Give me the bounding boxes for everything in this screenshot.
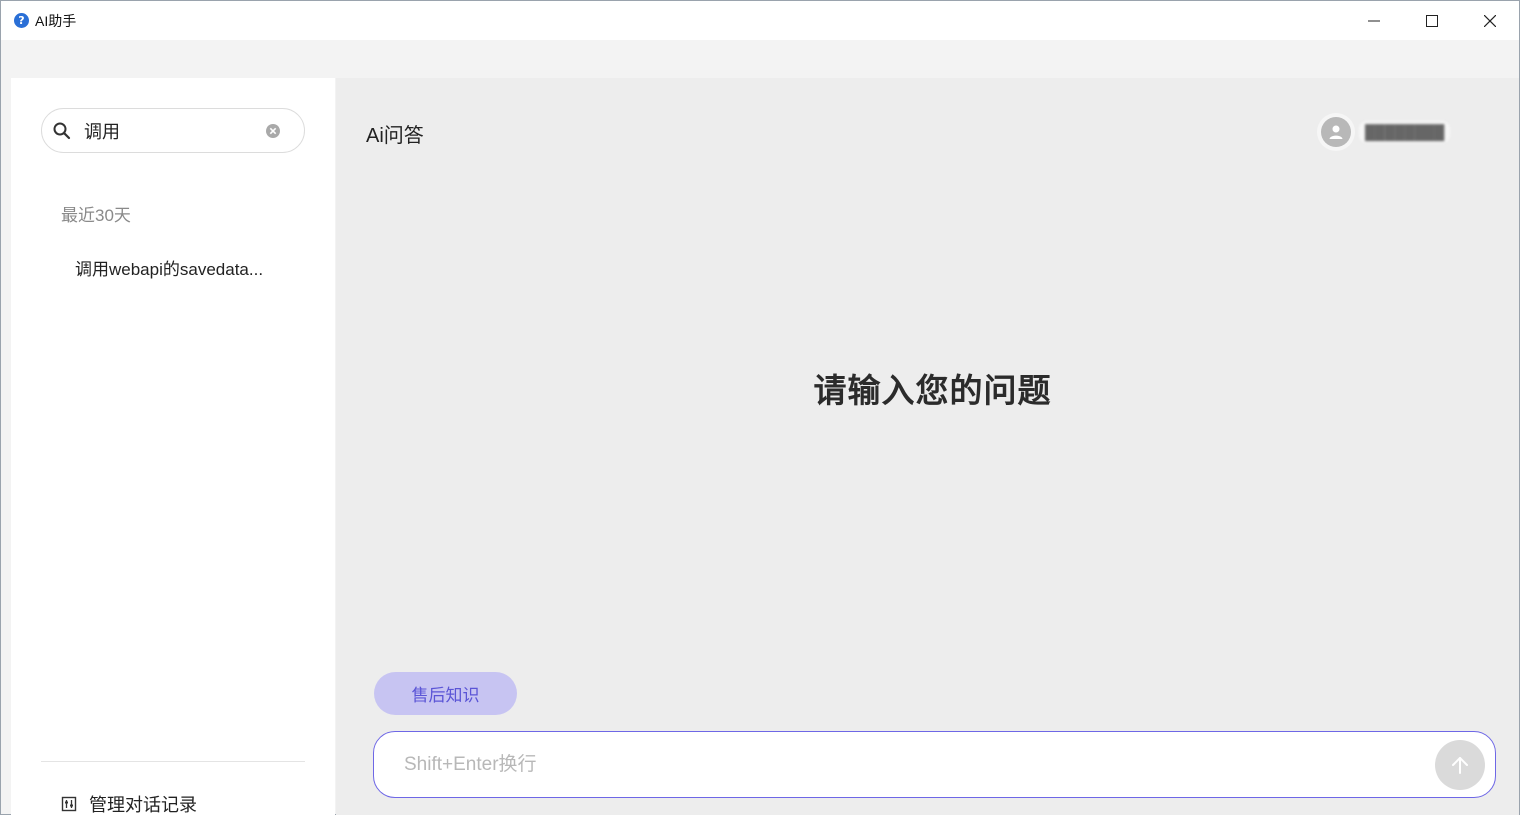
manage-records-label: 管理对话记录 [89, 795, 197, 815]
app-help-icon: ? [14, 13, 29, 28]
sidebar-divider [41, 761, 305, 762]
send-button[interactable] [1435, 740, 1485, 790]
arrow-up-icon [1452, 757, 1468, 774]
minimize-button[interactable] [1345, 1, 1403, 40]
window-controls [1345, 1, 1519, 40]
window-title: AI助手 [35, 12, 77, 29]
search-icon [53, 122, 71, 140]
empty-state-headline: 请输入您的问题 [813, 372, 1052, 409]
history-item[interactable]: 调用webapi的savedata... [75, 255, 305, 280]
message-input[interactable] [404, 750, 1404, 780]
app-window: ? AI助手 调用 最近30天 调用webapi的savedata... 管理对… [0, 0, 1520, 815]
user-name-redacted: ████████ [1359, 121, 1451, 143]
manage-records-icon [61, 796, 77, 812]
toolbar-strip [1, 40, 1519, 78]
close-icon [1484, 14, 1496, 27]
manage-records-button[interactable]: 管理对话记录 [61, 791, 197, 815]
page-title: Ai问答 [366, 125, 424, 147]
clear-circle-icon[interactable] [265, 123, 281, 139]
maximize-icon [1426, 14, 1438, 27]
message-input-box[interactable] [373, 731, 1496, 798]
sidebar: 最近30天 调用webapi的savedata... 管理对话记录 [11, 78, 335, 815]
search-input[interactable] [84, 117, 254, 145]
avatar [1321, 117, 1351, 147]
search-box[interactable] [41, 108, 305, 153]
title-bar: ? AI助手 [1, 1, 1519, 40]
section-label-recent: 最近30天 [61, 206, 131, 225]
user-icon [1329, 125, 1343, 139]
close-button[interactable] [1461, 1, 1519, 40]
maximize-button[interactable] [1403, 1, 1461, 40]
knowledge-chip-after-sales[interactable]: 售后知识 [374, 672, 517, 715]
main-panel: Ai问答 ████████ 请输入您的问题 售后知识 [336, 78, 1519, 815]
minimize-icon [1368, 20, 1380, 21]
user-profile[interactable]: ████████ [1321, 112, 1501, 152]
